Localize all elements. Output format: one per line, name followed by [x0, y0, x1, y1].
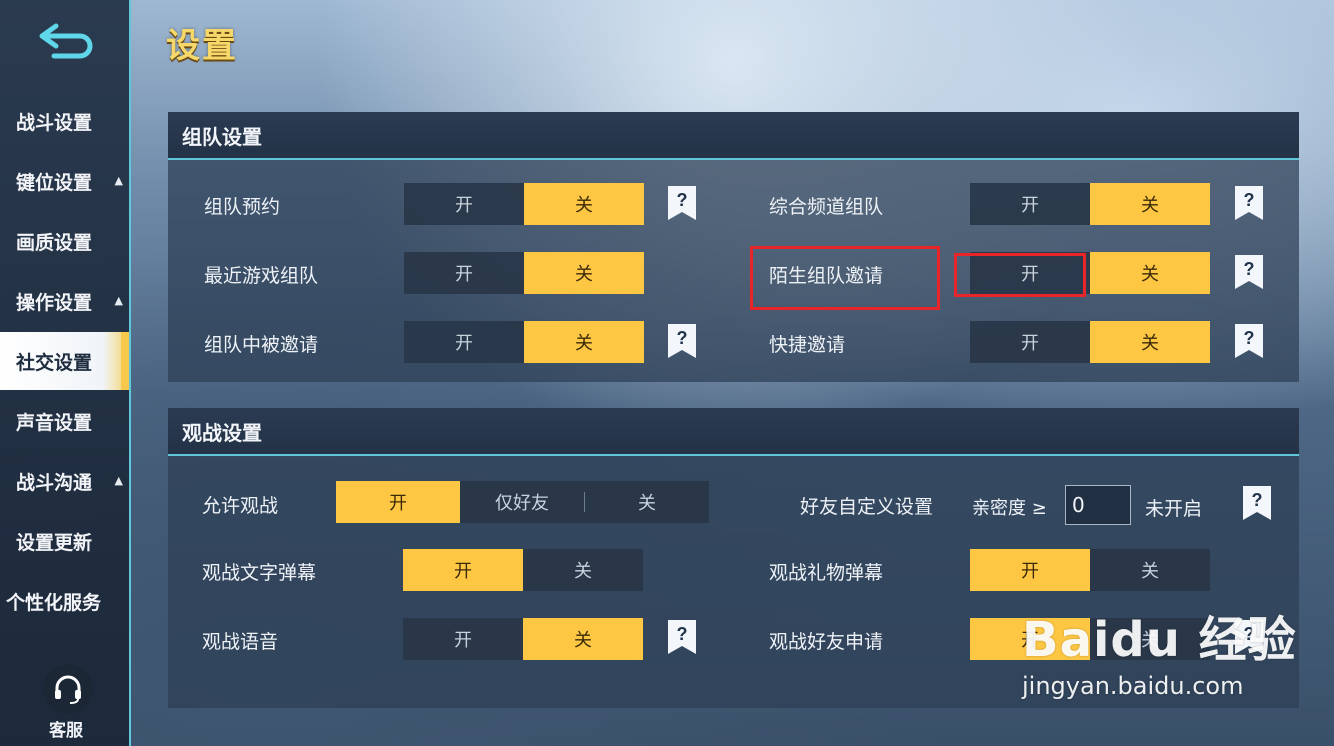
- sidebar-item-label: 声音设置: [16, 411, 93, 434]
- svg-text:?: ?: [1252, 490, 1263, 510]
- toggle-off-option[interactable]: 关: [524, 183, 644, 225]
- sidebar-item-label: 社交设置: [16, 351, 93, 374]
- gift-danmaku-label: 观战礼物弹幕: [769, 562, 884, 584]
- toggle-off-option[interactable]: 关: [1090, 252, 1210, 294]
- gift-danmaku-toggle: 开 关: [970, 549, 1210, 591]
- sidebar-item-personalized[interactable]: 个性化服务: [0, 572, 129, 630]
- sidebar-item-label: 战斗设置: [16, 111, 93, 134]
- sidebar-item-update[interactable]: 设置更新: [0, 512, 129, 570]
- toggle-on-option[interactable]: 开: [970, 321, 1090, 363]
- expand-arrow-icon: ▲: [114, 174, 123, 187]
- svg-text:?: ?: [677, 190, 688, 210]
- toggle-off-option[interactable]: 关: [523, 549, 643, 591]
- intimacy-input[interactable]: 0: [1065, 485, 1131, 525]
- sidebar-item-combat[interactable]: 战斗设置: [0, 92, 129, 150]
- team-reserve-label: 组队预约: [204, 196, 281, 218]
- toggle-on-option[interactable]: 开: [970, 183, 1090, 225]
- help-icon[interactable]: ?: [668, 324, 696, 358]
- sidebar: 战斗设置 键位设置 ▲ 画质设置 操作设置 ▲ 社交设置 声音设置 战斗沟通 ▲…: [0, 0, 131, 746]
- team-reserve-toggle: 开 关: [404, 183, 644, 225]
- intimacy-label: 亲密度 ≥: [972, 498, 1047, 519]
- quick-invite-label: 快捷邀请: [769, 334, 846, 356]
- help-icon[interactable]: ?: [1235, 255, 1263, 289]
- help-icon[interactable]: ?: [1235, 186, 1263, 220]
- allow-spectate-label: 允许观战: [202, 495, 279, 517]
- sidebar-item-label: 操作设置: [16, 291, 93, 314]
- help-icon[interactable]: ?: [668, 620, 696, 654]
- highlight-box-label: [750, 246, 940, 310]
- sidebar-item-sound[interactable]: 声音设置: [0, 392, 129, 450]
- text-danmaku-label: 观战文字弹幕: [202, 562, 317, 584]
- sidebar-item-social[interactable]: 社交设置: [0, 332, 129, 390]
- channel-team-toggle: 开 关: [970, 183, 1210, 225]
- recent-game-team-label: 最近游戏组队: [204, 265, 319, 287]
- toggle-on-option[interactable]: 开: [336, 481, 460, 523]
- friend-request-label: 观战好友申请: [769, 631, 884, 653]
- sidebar-item-label: 个性化服务: [6, 591, 102, 614]
- sidebar-item-battle-comm[interactable]: 战斗沟通 ▲: [0, 452, 129, 510]
- toggle-on-option[interactable]: 开: [404, 252, 524, 294]
- customer-service-label: 客服: [49, 721, 83, 741]
- help-icon[interactable]: ?: [1243, 486, 1271, 520]
- allow-spectate-toggle: 开 仅好友 关: [336, 481, 709, 523]
- invited-in-team-label: 组队中被邀请: [204, 334, 319, 356]
- baidu-watermark: Baidu 经验 jingyan.baidu.com: [1022, 600, 1297, 700]
- toggle-off-option[interactable]: 关: [1090, 321, 1210, 363]
- spectate-voice-toggle: 开 关: [403, 618, 643, 660]
- team-settings-panel: 组队设置 组队预约 开 关 ? 综合频道组队 开 关 ? 最近游戏组队 开 关 …: [168, 112, 1299, 382]
- spectate-settings-header: 观战设置: [168, 408, 1299, 456]
- channel-team-label: 综合频道组队: [769, 196, 884, 218]
- toggle-off-option[interactable]: 关: [1090, 549, 1210, 591]
- expand-arrow-icon: ▲: [114, 474, 123, 487]
- toggle-off-option[interactable]: 关: [585, 481, 709, 523]
- invited-in-team-toggle: 开 关: [404, 321, 644, 363]
- toggle-on-option[interactable]: 开: [970, 549, 1090, 591]
- toggle-off-option[interactable]: 关: [524, 321, 644, 363]
- recent-game-team-toggle: 开 关: [404, 252, 644, 294]
- sidebar-item-label: 战斗沟通: [16, 471, 93, 494]
- toggle-on-option[interactable]: 开: [403, 618, 523, 660]
- expand-arrow-icon: ▲: [114, 294, 123, 307]
- help-icon[interactable]: ?: [1235, 324, 1263, 358]
- spectate-voice-label: 观战语音: [202, 631, 279, 653]
- svg-text:?: ?: [1244, 259, 1255, 279]
- help-icon[interactable]: ?: [668, 186, 696, 220]
- friend-custom-label: 好友自定义设置: [800, 496, 934, 518]
- sidebar-item-graphics[interactable]: 画质设置: [0, 212, 129, 270]
- svg-text:?: ?: [677, 624, 688, 644]
- text-danmaku-toggle: 开 关: [403, 549, 643, 591]
- toggle-off-option[interactable]: 关: [1090, 183, 1210, 225]
- sidebar-item-label: 设置更新: [16, 531, 93, 554]
- back-arrow-icon[interactable]: [36, 20, 100, 62]
- headset-icon: [43, 664, 93, 714]
- page-title: 设置: [166, 26, 238, 66]
- svg-text:?: ?: [1244, 328, 1255, 348]
- sidebar-item-label: 键位设置: [16, 171, 93, 194]
- toggle-on-option[interactable]: 开: [404, 321, 524, 363]
- watermark-top: Baidu 经验: [1022, 612, 1297, 668]
- sidebar-item-keys[interactable]: 键位设置 ▲: [0, 152, 129, 210]
- toggle-on-option[interactable]: 开: [404, 183, 524, 225]
- toggle-off-option[interactable]: 关: [523, 618, 643, 660]
- toggle-friends-option[interactable]: 仅好友: [460, 481, 584, 523]
- sidebar-item-controls[interactable]: 操作设置 ▲: [0, 272, 129, 330]
- friend-custom-status: 未开启: [1145, 498, 1203, 520]
- team-settings-header: 组队设置: [168, 112, 1299, 160]
- toggle-on-option[interactable]: 开: [403, 549, 523, 591]
- toggle-off-option[interactable]: 关: [524, 252, 644, 294]
- svg-text:?: ?: [677, 328, 688, 348]
- highlight-box-toggle: [954, 253, 1086, 297]
- sidebar-item-label: 画质设置: [16, 231, 93, 254]
- svg-text:?: ?: [1244, 190, 1255, 210]
- customer-service-button[interactable]: 客服: [38, 664, 98, 741]
- watermark-bottom: jingyan.baidu.com: [1022, 672, 1244, 700]
- quick-invite-toggle: 开 关: [970, 321, 1210, 363]
